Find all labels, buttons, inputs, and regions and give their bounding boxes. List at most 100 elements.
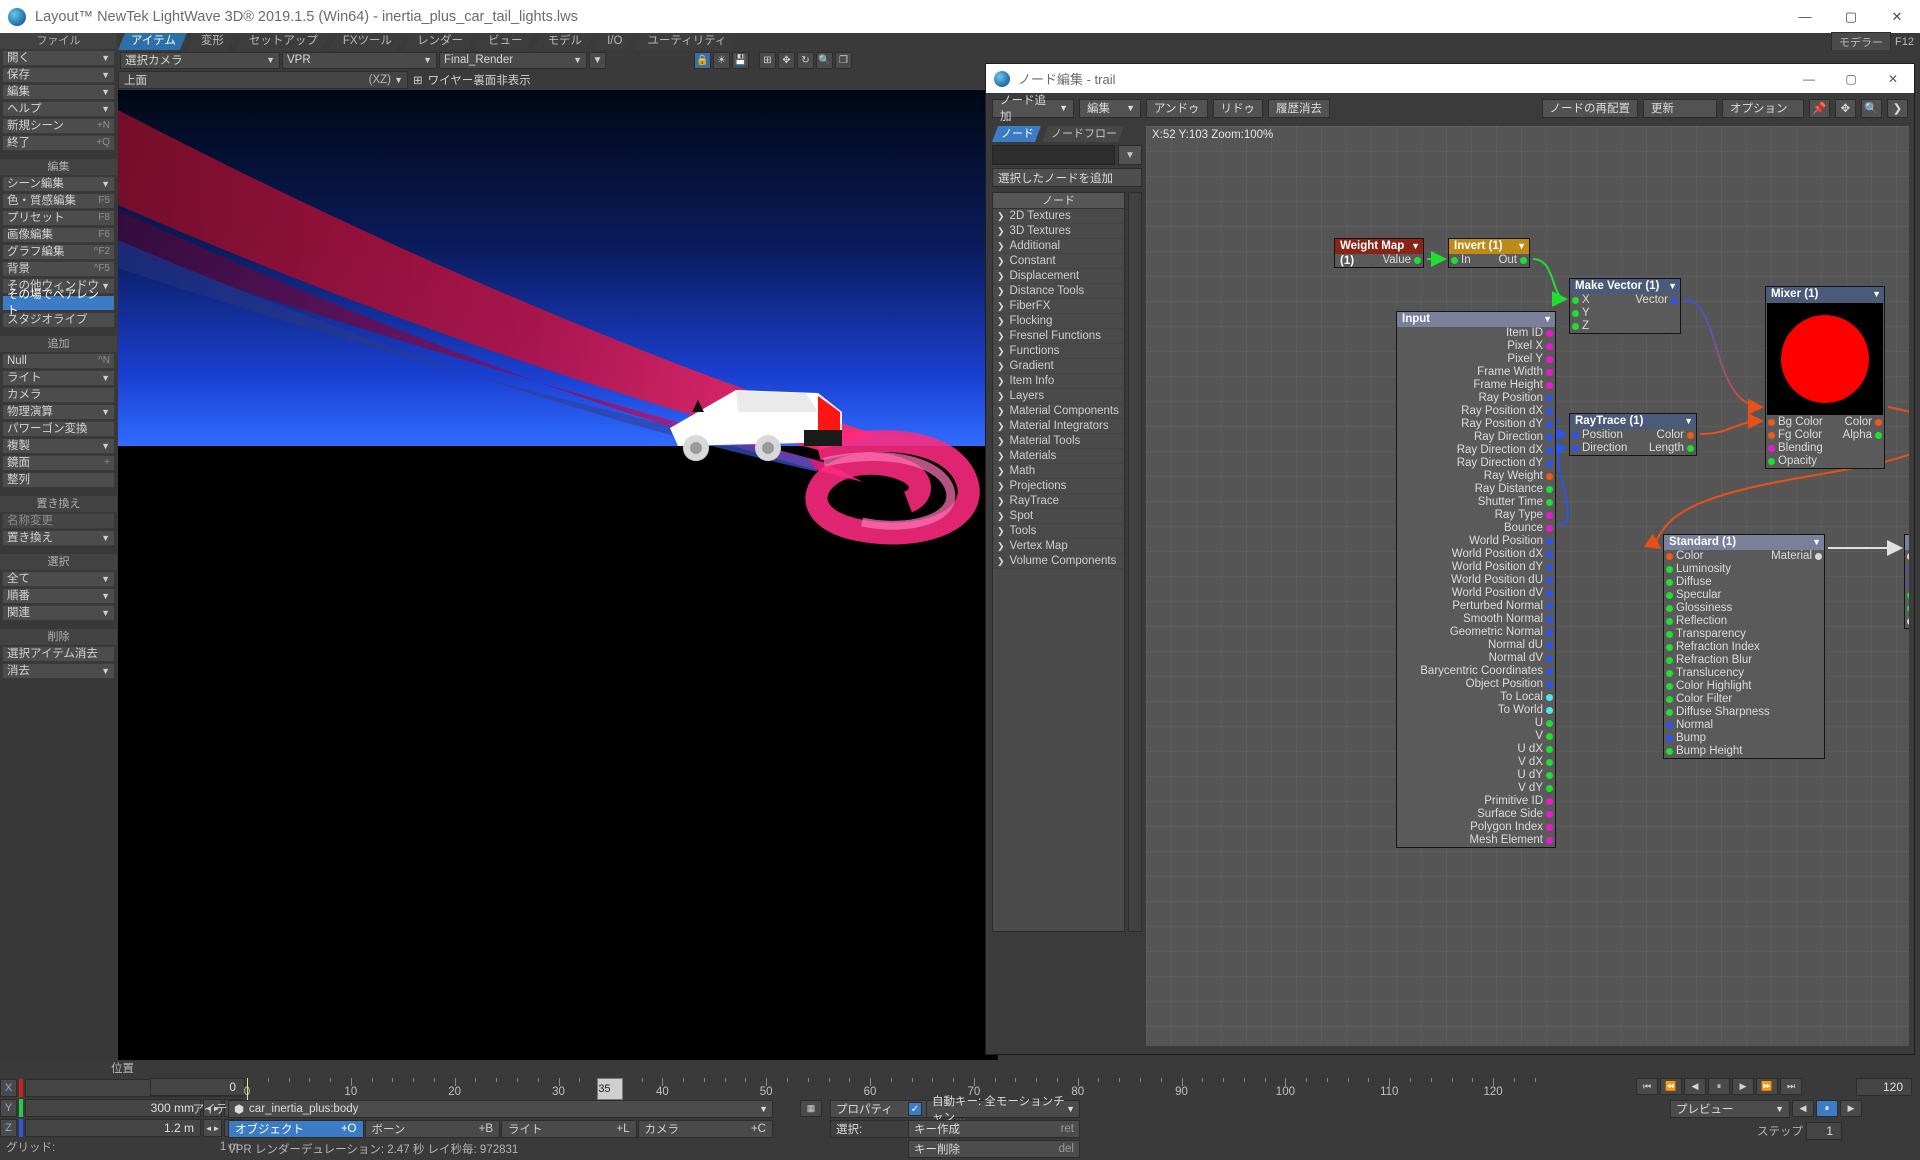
sidebar-item-5-1[interactable]: 消去 ▼ bbox=[2, 663, 115, 679]
pin-icon[interactable]: 📌 bbox=[1809, 98, 1830, 118]
node-mixer[interactable]: Mixer (1) ▼ Bg Color Color Fg Color Alpha Blen… bbox=[1765, 286, 1885, 469]
node-surface[interactable]: Surface▼MaterialNormalBumpDisplacementCl… bbox=[1904, 534, 1909, 629]
node-header[interactable]: Weight Map (1) ▼ bbox=[1335, 239, 1423, 267]
sidebar-item-0-1[interactable]: 保存 ▼ bbox=[2, 67, 115, 83]
node-port-dot[interactable] bbox=[1907, 566, 1909, 573]
undo-button[interactable]: アンドゥ bbox=[1146, 98, 1208, 118]
redo-button[interactable]: リドゥ bbox=[1212, 98, 1264, 118]
node-port-dot[interactable] bbox=[1546, 421, 1553, 428]
axis-nudge-icon[interactable]: ◄► bbox=[203, 1119, 222, 1137]
node-port-dot[interactable] bbox=[1546, 330, 1553, 337]
node-editor-minimize-button[interactable]: — bbox=[1788, 64, 1830, 93]
node-graph-canvas[interactable]: X:52 Y:103 Zoom:100% Weight Map (1) ▼ Va… bbox=[1146, 126, 1909, 1046]
chevron-down-icon[interactable]: ▼ bbox=[1411, 239, 1420, 254]
node-port-dot[interactable] bbox=[1666, 657, 1673, 664]
preview-prev-button[interactable]: ◀ bbox=[1792, 1100, 1814, 1117]
sidebar-item-2-6[interactable]: 鏡面 + bbox=[2, 455, 115, 471]
node-category-row[interactable]: ❯ Fresnel Functions bbox=[993, 329, 1124, 344]
node-port-dot[interactable] bbox=[1546, 551, 1553, 558]
node-category-row[interactable]: ❯ Volume Components bbox=[993, 554, 1124, 569]
node-port-dot[interactable] bbox=[1815, 553, 1822, 560]
sidebar-item-4-1[interactable]: 順番 ▼ bbox=[2, 588, 115, 604]
node-port-dot[interactable] bbox=[1546, 408, 1553, 415]
node-category-row[interactable]: ❯ Vertex Map bbox=[993, 539, 1124, 554]
node-category-row[interactable]: ❯ Layers bbox=[993, 389, 1124, 404]
main-tab-6[interactable]: モデル bbox=[535, 33, 594, 50]
sidebar-item-4-0[interactable]: 全て ▼ bbox=[2, 571, 115, 587]
node-port-dot[interactable] bbox=[1546, 395, 1553, 402]
node-port-dot[interactable] bbox=[1546, 525, 1553, 532]
autokey-row[interactable]: ✓ 自動キー: 全モーションチャン… ▼ bbox=[908, 1096, 1080, 1124]
preview-pause-button[interactable]: ⏸ bbox=[1816, 1100, 1838, 1117]
node-category-row[interactable]: ❯ Material Tools bbox=[993, 434, 1124, 449]
main-tab-7[interactable]: I/O bbox=[594, 33, 633, 50]
node-port-dot[interactable] bbox=[1687, 432, 1694, 439]
node-category-row[interactable]: ❯ 2D Textures bbox=[993, 209, 1124, 224]
node-port-dot[interactable] bbox=[1546, 798, 1553, 805]
next-key-button[interactable]: ⏩ bbox=[1756, 1078, 1778, 1095]
node-port-dot[interactable] bbox=[1546, 772, 1553, 779]
render-preset-select[interactable]: Final_Render ▼ bbox=[439, 51, 587, 69]
preview-next-button[interactable]: ▶ bbox=[1840, 1100, 1862, 1117]
sidebar-item-0-0[interactable]: 開く ▼ bbox=[2, 50, 115, 66]
main-tab-5[interactable]: ビュー bbox=[475, 33, 534, 50]
node-port-dot[interactable] bbox=[1666, 566, 1673, 573]
sidebar-item-2-0[interactable]: Null ^N bbox=[2, 353, 115, 369]
sidebar-item-1-3[interactable]: 画像編集 F6 bbox=[2, 227, 115, 243]
node-port-dot[interactable] bbox=[1546, 629, 1553, 636]
node-port-dot[interactable] bbox=[1546, 486, 1553, 493]
add-node-button[interactable]: ノード追加 ▼ bbox=[992, 95, 1074, 123]
vpr-select[interactable]: VPR ▼ bbox=[282, 51, 437, 69]
end-frame-field[interactable]: 120 bbox=[1856, 1078, 1912, 1096]
chevron-down-icon[interactable]: ▼ bbox=[1812, 535, 1821, 550]
update-button[interactable]: 更新 bbox=[1643, 98, 1717, 118]
node-category-row[interactable]: ❯ Material Integrators bbox=[993, 419, 1124, 434]
node-header[interactable]: Standard (1) ▼ bbox=[1664, 535, 1824, 550]
sidebar-item-0-4[interactable]: 新規シーン +N bbox=[2, 118, 115, 134]
node-list-scrollbar[interactable] bbox=[1128, 192, 1142, 932]
node-port-dot[interactable] bbox=[1546, 369, 1553, 376]
create-key-button[interactable]: キー作成 ret bbox=[908, 1120, 1080, 1138]
node-port-dot[interactable] bbox=[1546, 811, 1553, 818]
sidebar-item-2-4[interactable]: パワーゴン変換 bbox=[2, 421, 115, 437]
node-port-dot[interactable] bbox=[1666, 735, 1673, 742]
tab-camera[interactable]: カメラ +C bbox=[637, 1120, 773, 1138]
node-port-dot[interactable] bbox=[1546, 707, 1553, 714]
save-icon[interactable]: 💾 bbox=[732, 51, 749, 69]
timeline-playhead[interactable]: 35 bbox=[597, 1078, 624, 1100]
node-port-dot[interactable] bbox=[1546, 759, 1553, 766]
autokey-checkbox[interactable]: ✓ bbox=[908, 1102, 922, 1116]
node-port-dot[interactable] bbox=[1546, 642, 1553, 649]
maximize-button[interactable]: ▢ bbox=[1828, 0, 1874, 33]
node-port-dot[interactable] bbox=[1666, 709, 1673, 716]
node-port-dot[interactable] bbox=[1414, 257, 1421, 264]
node-port-dot[interactable] bbox=[1546, 785, 1553, 792]
zoom-icon[interactable]: 🔍 bbox=[1861, 98, 1882, 118]
sidebar-item-4-2[interactable]: 関連 ▼ bbox=[2, 605, 115, 621]
sidebar-item-3-0[interactable]: 名称変更 bbox=[2, 513, 115, 529]
node-port-dot[interactable] bbox=[1546, 681, 1553, 688]
node-port-dot[interactable] bbox=[1907, 579, 1909, 586]
sidebar-item-1-1[interactable]: 色・質感編集 F5 bbox=[2, 193, 115, 209]
minimize-button[interactable]: — bbox=[1782, 0, 1828, 33]
node-port-dot[interactable] bbox=[1666, 722, 1673, 729]
node-raytrace[interactable]: RayTrace (1) ▼ Position Color Direction Lengt… bbox=[1569, 413, 1697, 456]
node-port-dot[interactable] bbox=[1546, 499, 1553, 506]
node-port-dot[interactable] bbox=[1546, 668, 1553, 675]
render-viewport[interactable] bbox=[118, 90, 998, 1060]
node-port-dot[interactable] bbox=[1666, 618, 1673, 625]
node-port-dot[interactable] bbox=[1546, 655, 1553, 662]
sidebar-item-1-2[interactable]: プリセット F8 bbox=[2, 210, 115, 226]
node-port-dot[interactable] bbox=[1907, 618, 1909, 625]
close-button[interactable]: ✕ bbox=[1874, 0, 1920, 33]
node-list-tab-1[interactable]: ノードフロー bbox=[1042, 126, 1124, 142]
node-category-row[interactable]: ❯ Spot bbox=[993, 509, 1124, 524]
node-port-dot[interactable] bbox=[1572, 445, 1579, 452]
node-port-dot[interactable] bbox=[1666, 631, 1673, 638]
node-port-dot[interactable] bbox=[1666, 644, 1673, 651]
node-port-dot[interactable] bbox=[1907, 592, 1909, 599]
add-selected-node-button[interactable]: 選択したノードを追加 bbox=[992, 168, 1142, 187]
main-tab-3[interactable]: FXツール bbox=[330, 33, 403, 50]
node-port-dot[interactable] bbox=[1546, 837, 1553, 844]
node-port-dot[interactable] bbox=[1546, 382, 1553, 389]
